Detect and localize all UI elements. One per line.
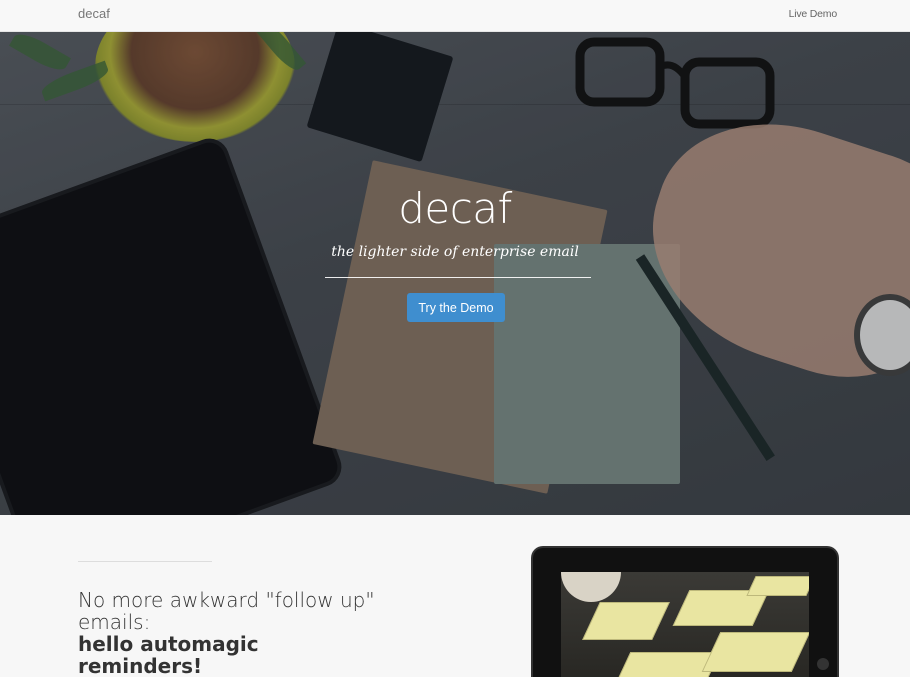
feature-section: No more awkward "follow up" emails: hell…: [0, 515, 910, 677]
brand-link[interactable]: decaf: [78, 6, 110, 21]
device-home-button: [817, 658, 829, 670]
hero-banner: decaf the lighter side of enterprise ema…: [0, 32, 910, 515]
hero-subtitle: the lighter side of enterprise email: [331, 244, 579, 260]
feature-heading-line2: emails:: [78, 610, 151, 634]
try-demo-button[interactable]: Try the Demo: [407, 293, 505, 322]
sticky-note: [582, 602, 670, 640]
sticky-note: [701, 632, 809, 672]
device-screen: [561, 572, 809, 677]
tablet-device-image: [533, 548, 837, 677]
feature-heading-line1: No more awkward "follow up": [78, 588, 375, 612]
feature-heading-emphasis: hello automagic reminders!: [78, 632, 259, 677]
sticky-note: [746, 576, 809, 596]
hero-title: decaf: [398, 184, 512, 233]
cup-image: [561, 572, 621, 602]
feature-divider: [78, 561, 212, 562]
hero-overlay: [0, 32, 910, 515]
live-demo-link[interactable]: Live Demo: [789, 8, 838, 20]
hero-divider: [325, 277, 591, 278]
feature-heading: No more awkward "follow up" emails: hell…: [78, 589, 378, 677]
navbar: decaf Live Demo: [0, 0, 910, 32]
